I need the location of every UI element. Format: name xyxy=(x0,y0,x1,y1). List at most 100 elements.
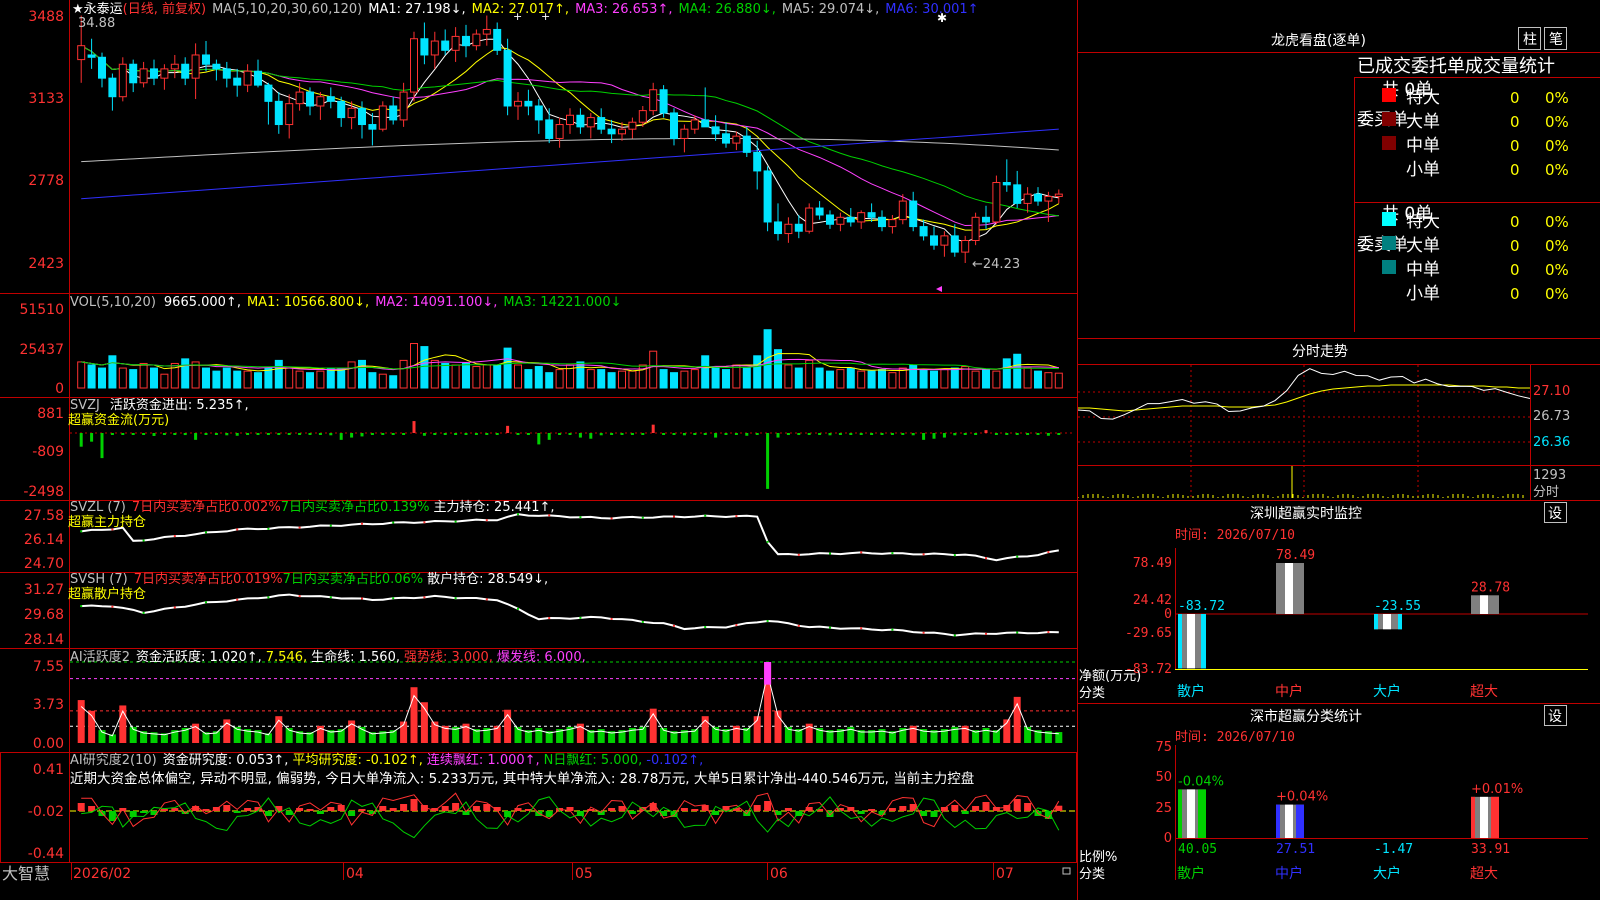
svzj-bar xyxy=(1057,433,1061,435)
class-settings-button[interactable]: 设 xyxy=(1544,705,1567,726)
y-axis-labels: 3488 3133 2778 2423 51510 25437 0 881 -8… xyxy=(19,9,64,862)
svzj-bar xyxy=(662,433,666,435)
volume-bar xyxy=(1013,353,1022,389)
volume-bar xyxy=(971,370,980,389)
candle-body xyxy=(493,28,502,51)
order-row-count: 0 xyxy=(1510,261,1520,279)
class-bar-edge xyxy=(1471,796,1475,838)
ai2-bar xyxy=(88,806,96,811)
volume-bar xyxy=(534,366,543,389)
volume-bar xyxy=(482,364,491,389)
x-axis-label: 2026/02 xyxy=(73,866,131,882)
svzj-bar xyxy=(204,433,208,435)
holding-dot xyxy=(922,631,925,634)
candle-body xyxy=(316,96,325,107)
intraday-chart[interactable] xyxy=(1078,365,1531,500)
svzl-hold: 主力持仓: 25.441↑, xyxy=(434,500,555,515)
svzj-bar xyxy=(162,433,166,435)
tick-view-button[interactable]: 笔 xyxy=(1544,27,1567,50)
holding-dot xyxy=(423,596,426,599)
main-y-tick: 3133 xyxy=(28,91,64,107)
class-bar-edge xyxy=(1276,804,1280,838)
holding-dot xyxy=(205,601,207,604)
svzj-bar xyxy=(547,433,551,440)
class-value-label: -1.47 xyxy=(1374,842,1413,857)
ai2-bar xyxy=(972,806,980,811)
svsh-title: SVSH (7) xyxy=(70,572,128,587)
candle-body xyxy=(1002,182,1011,186)
holding-dot xyxy=(641,620,644,623)
volume-bar xyxy=(1034,370,1042,389)
volume-bar xyxy=(118,367,127,389)
monitor-y-tick: 78.49 xyxy=(1133,556,1172,571)
ai1-burst-bar xyxy=(764,662,772,685)
volume-bar xyxy=(368,372,377,389)
volume-bar xyxy=(378,373,387,389)
ma3-value: MA3: 26.653↑, xyxy=(575,2,672,17)
ai1-y-tick: 0.00 xyxy=(33,736,64,752)
volume-bar xyxy=(628,370,637,389)
candle-body xyxy=(805,207,814,232)
candle-body xyxy=(846,216,855,223)
candle-body xyxy=(139,68,148,84)
ai2-bar xyxy=(327,807,335,811)
volume-bar xyxy=(389,375,398,389)
svzj-bar xyxy=(350,433,354,438)
holding-line xyxy=(81,513,1059,562)
class-time: 时间: 2026/07/10 xyxy=(1175,730,1295,745)
column-view-button[interactable]: 柱 xyxy=(1518,27,1541,50)
svzj-bar xyxy=(828,433,832,436)
svzj-bar xyxy=(610,433,614,435)
candle-body xyxy=(212,63,221,70)
vol-ma2: MA2: 14091.100↓, xyxy=(375,295,497,310)
monitor-title: 深圳超赢实时监控 xyxy=(1250,505,1362,522)
holding-dot xyxy=(392,521,395,524)
order-color-swatch xyxy=(1382,236,1396,250)
monitor-settings-button[interactable]: 设 xyxy=(1544,502,1567,523)
svzj-bar xyxy=(911,433,915,436)
svzj-bar xyxy=(308,433,312,435)
ai2-bar xyxy=(244,808,252,811)
svzj-bar xyxy=(256,433,260,435)
candle-body xyxy=(867,212,876,218)
candle-body xyxy=(430,40,439,56)
candle-body xyxy=(670,112,678,139)
order-row-label: 中单 xyxy=(1406,136,1440,156)
class-title: 深市超赢分类统计 xyxy=(1250,708,1362,725)
ai2-bar xyxy=(608,808,616,811)
class-bar xyxy=(1471,796,1499,838)
svzj-bar xyxy=(152,433,156,436)
svzj-y-tick: -2498 xyxy=(23,484,64,500)
svzl-y-tick: 27.58 xyxy=(24,508,64,524)
monitor-cat-label: 分类 xyxy=(1079,686,1105,701)
order-color-swatch xyxy=(1382,112,1396,126)
candle-body xyxy=(337,100,346,119)
candle-body xyxy=(878,216,886,228)
svzj-bar xyxy=(370,433,374,435)
order-row-count: 0 xyxy=(1510,213,1520,231)
holding-dot xyxy=(829,626,831,629)
svzj-bar xyxy=(755,433,759,435)
dragon-title: 龙虎看盘(逐单) xyxy=(1271,32,1366,49)
volume-bar xyxy=(222,367,231,389)
svzj-bar xyxy=(1036,433,1040,435)
volume-bar xyxy=(722,369,730,389)
holding-dot xyxy=(610,617,613,620)
ai2-bar xyxy=(140,811,148,813)
svzj-bar xyxy=(599,433,603,436)
svzj-bar xyxy=(963,433,967,435)
holding-dot xyxy=(142,539,145,542)
volume-bar xyxy=(462,362,470,389)
candle-body xyxy=(1044,195,1053,202)
svzj-bar xyxy=(558,433,562,435)
ai2-bar xyxy=(951,805,959,811)
volume-bar xyxy=(898,367,907,389)
kline-chart-area[interactable]: + + ✱ 3488 3133 2778 2423 51510 25437 0 88… xyxy=(0,0,1078,900)
candle-body xyxy=(742,135,751,153)
candle-body xyxy=(1023,193,1032,204)
holding-dot xyxy=(953,634,956,637)
svsh-hold: 散户持仓: 28.549↓, xyxy=(427,571,548,587)
class-value-label: 27.51 xyxy=(1276,842,1315,857)
svzj-bar xyxy=(859,433,863,435)
lock-icon[interactable] xyxy=(1062,867,1071,875)
